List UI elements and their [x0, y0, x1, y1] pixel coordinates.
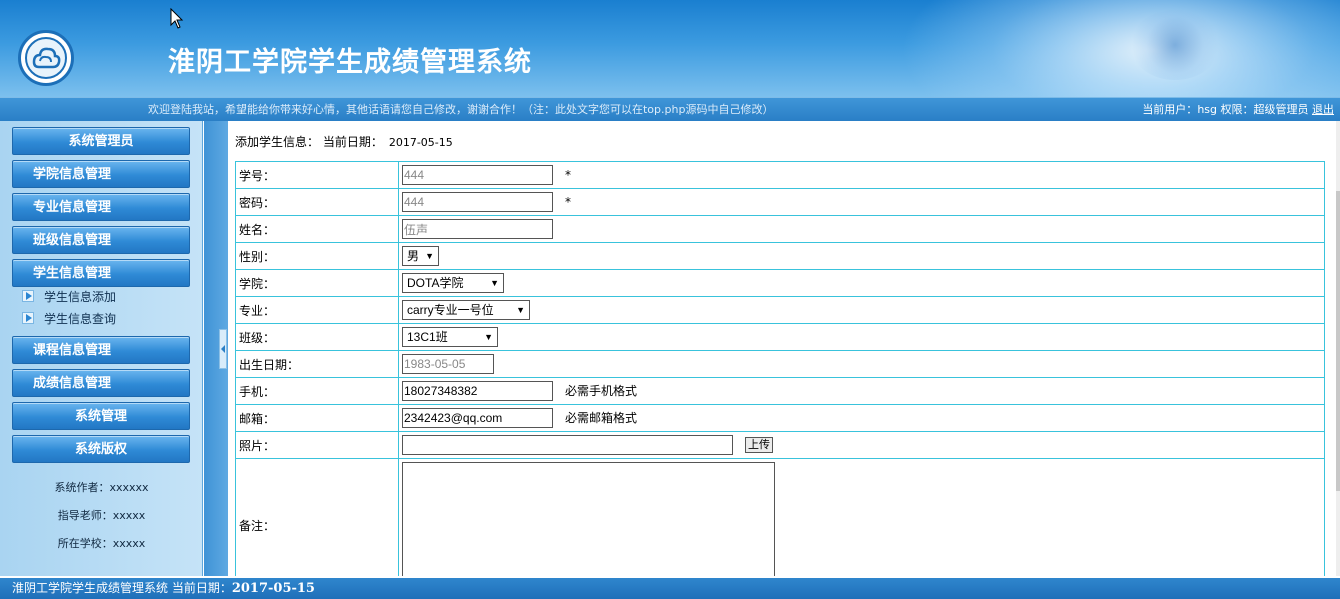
student-id-label: 学号： — [235, 161, 399, 189]
footer-text: 淮阴工学院学生成绩管理系统 当前日期： — [12, 581, 232, 595]
info-bar: 欢迎登陆我站，希望能给你带来好心情，其他话语请您自己修改，谢谢合作！（注：此处文… — [0, 97, 1340, 121]
menu-course-info[interactable]: 课程信息管理 — [12, 336, 190, 364]
form-row-gender: 性别： 男 ▼ — [235, 242, 1325, 270]
form-row-class: 班级： 13C1班 ▼ — [235, 323, 1325, 351]
student-form: 学号： * 密码： * 姓名： 性别： 男▼ 学院： DOTA学院▼ 专业： c… — [235, 161, 1325, 576]
collapse-sidebar-handle[interactable] — [219, 329, 227, 369]
notes-textarea[interactable] — [402, 462, 775, 576]
footer: 淮阴工学院学生成绩管理系统 当前日期：2017-05-15 — [0, 578, 1340, 599]
header-banner: 淮阴工学院学生成绩管理系统 — [0, 0, 1340, 97]
footer-date: 2017-05-15 — [231, 581, 315, 596]
credit-school: 所在学校：xxxxx — [57, 537, 146, 550]
name-input[interactable] — [402, 219, 553, 239]
main-scrollbar[interactable] — [1336, 121, 1340, 576]
menu-system-management[interactable]: 系统管理 — [12, 402, 190, 430]
current-date: 2017-05-15 — [388, 136, 453, 149]
required-marker: * — [565, 167, 571, 182]
menu-class-info[interactable]: 班级信息管理 — [12, 226, 190, 254]
chevron-down-icon: ▼ — [425, 251, 434, 261]
chevron-down-icon: ▼ — [516, 305, 525, 315]
page-title-text: 添加学生信息： 当前日期： — [235, 135, 383, 149]
credit-teacher: 指导老师：xxxxx — [57, 509, 146, 522]
college-select-value: DOTA学院 — [407, 276, 464, 290]
form-row-major: 专业： carry专业一号位 ▼ — [235, 296, 1325, 324]
required-marker: * — [565, 194, 571, 209]
menu-student-info[interactable]: 学生信息管理 — [12, 259, 190, 287]
menu-college-info[interactable]: 学院信息管理 — [12, 160, 190, 188]
form-row-phone: 手机： 必需手机格式 — [235, 377, 1325, 405]
role-value: 超级管理员 — [1253, 103, 1309, 116]
class-select-value: 13C1班 — [407, 330, 448, 344]
form-row-notes: 备注： — [235, 458, 1325, 576]
form-row-student-id: 学号： * — [235, 161, 1325, 189]
logout-link[interactable]: 退出 — [1312, 103, 1334, 116]
major-select-value: carry专业一号位 — [407, 303, 494, 317]
mouse-cursor-icon — [170, 8, 184, 29]
logo — [18, 30, 74, 86]
gender-label: 性别： — [235, 242, 399, 270]
notes-label: 备注： — [235, 458, 399, 576]
form-row-college: 学院： DOTA学院 ▼ — [235, 269, 1325, 297]
college-select[interactable]: DOTA学院 ▼ — [402, 273, 504, 293]
major-label: 专业： — [235, 296, 399, 324]
sidebar-item-label: 学生信息查询 — [44, 312, 117, 326]
email-label: 邮箱： — [235, 404, 399, 432]
birthday-input[interactable] — [402, 354, 494, 374]
sidebar-item-label: 学生信息添加 — [44, 290, 117, 304]
header-decoration — [900, 0, 1340, 97]
phone-label: 手机： — [235, 377, 399, 405]
user-info: 当前用户：hsg 权限：超级管理员 退出 — [1142, 98, 1334, 122]
form-row-name: 姓名： — [235, 215, 1325, 243]
welcome-message: 欢迎登陆我站，希望能给你带来好心情，其他话语请您自己修改，谢谢合作！（注：此处文… — [148, 103, 774, 116]
phone-format-hint: 必需手机格式 — [565, 383, 638, 398]
menu-copyright[interactable]: 系统版权 — [12, 435, 190, 463]
class-label: 班级： — [235, 323, 399, 351]
menu-system-admin[interactable]: 系统管理员 — [12, 127, 190, 155]
form-row-photo: 照片： 上传 — [235, 431, 1325, 459]
gender-select[interactable]: 男 ▼ — [402, 246, 439, 266]
sidebar-item-add-student[interactable]: 学生信息添加 — [22, 288, 116, 306]
name-label: 姓名： — [235, 215, 399, 243]
chevron-down-icon: ▼ — [490, 278, 499, 288]
scrollbar-thumb[interactable] — [1336, 191, 1340, 491]
sidebar-splitter — [204, 121, 228, 576]
email-format-hint: 必需邮箱格式 — [565, 410, 638, 425]
form-row-email: 邮箱： 必需邮箱格式 — [235, 404, 1325, 432]
credit-author: 系统作者：xxxxxx — [54, 481, 149, 494]
photo-label: 照片： — [235, 431, 399, 459]
sidebar-item-query-student[interactable]: 学生信息查询 — [22, 310, 116, 328]
gender-select-value: 男 — [407, 249, 420, 263]
class-select[interactable]: 13C1班 ▼ — [402, 327, 498, 347]
photo-input[interactable] — [402, 435, 733, 455]
college-label: 学院： — [235, 269, 399, 297]
student-id-input[interactable] — [402, 165, 553, 185]
phone-input[interactable] — [402, 381, 553, 401]
menu-score-info[interactable]: 成绩信息管理 — [12, 369, 190, 397]
header-decoration-eye — [1130, 10, 1220, 80]
password-label: 密码： — [235, 188, 399, 216]
upload-button[interactable]: 上传 — [745, 437, 773, 453]
main-content: 添加学生信息： 当前日期：2017-05-15 学号： * 密码： * 姓名： … — [228, 121, 1338, 576]
form-row-password: 密码： * — [235, 188, 1325, 216]
play-arrow-icon — [22, 312, 34, 324]
cloud-logo-icon — [25, 37, 67, 79]
current-user-label: 当前用户： — [1142, 103, 1198, 116]
current-user: hsg — [1197, 103, 1217, 116]
form-row-birthday: 出生日期： — [235, 350, 1325, 378]
major-select[interactable]: carry专业一号位 ▼ — [402, 300, 530, 320]
menu-major-info[interactable]: 专业信息管理 — [12, 193, 190, 221]
page-title: 添加学生信息： 当前日期： 2017-05-15 — [235, 133, 453, 150]
site-title: 淮阴工学院学生成绩管理系统 — [168, 47, 532, 78]
role-label: 权限： — [1220, 103, 1254, 116]
sidebar: 系统管理员 学院信息管理 专业信息管理 班级信息管理 学生信息管理 学生信息添加… — [0, 121, 203, 576]
password-input[interactable] — [402, 192, 553, 212]
birthday-label: 出生日期： — [235, 350, 399, 378]
email-input[interactable] — [402, 408, 553, 428]
chevron-down-icon: ▼ — [484, 332, 493, 342]
play-arrow-icon — [22, 290, 34, 302]
